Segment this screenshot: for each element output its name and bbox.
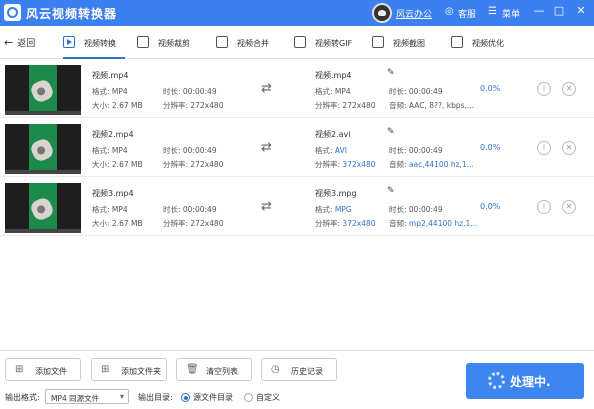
output-duration: 时长: 00:00:49	[389, 205, 443, 214]
maximize-button[interactable]: □	[552, 4, 566, 17]
output-audio: 音频: AAC, 8??, kbps,...	[389, 101, 475, 110]
radio-custom-dir[interactable]	[244, 393, 253, 402]
app-logo-icon	[4, 4, 21, 21]
clear-list-button[interactable]: 🗑 清空列表	[176, 358, 252, 381]
progress-percent: 0.0%	[480, 202, 501, 211]
output-resolution: 分辨率: 372x480	[315, 160, 376, 169]
progress-percent: 0.0%	[480, 84, 501, 93]
source-resolution: 分辨率: 272x480	[163, 160, 224, 169]
source-dir-option[interactable]: 源文件目录	[193, 392, 233, 403]
output-audio: 音频: aac,44100 hz,1...	[389, 160, 474, 169]
edit-pen-icon[interactable]: ✎	[387, 186, 395, 196]
remove-icon[interactable]: ✕	[562, 82, 576, 96]
app-title: 风云视频转换器	[26, 7, 118, 21]
tab-video-optimize[interactable]: 视频优化	[451, 26, 513, 59]
source-duration: 时长: 00:00:49	[163, 205, 217, 214]
history-button[interactable]: ◷ 历史记录	[261, 358, 337, 381]
tab-video-to-gif[interactable]: 视频转GIF	[294, 26, 364, 59]
sliders-icon	[451, 36, 463, 48]
output-format: 格式: AVI	[315, 146, 347, 155]
chevron-down-icon: ▾	[119, 392, 124, 401]
tab-video-convert[interactable]: 视频转换	[63, 26, 125, 59]
file-row: 视频.mp4 格式: MP4 时长: 00:00:49 大小: 2.67 MB …	[0, 62, 594, 118]
source-format: 格式: MP4	[92, 146, 128, 155]
edit-pen-icon[interactable]: ✎	[387, 127, 395, 137]
progress-percent: 0.0%	[480, 143, 501, 152]
source-duration: 时长: 00:00:49	[163, 87, 217, 96]
video-thumbnail	[5, 183, 81, 233]
radio-source-dir[interactable]	[181, 393, 190, 402]
headset-icon[interactable]: ◎	[445, 6, 454, 17]
output-duration: 时长: 00:00:49	[389, 87, 443, 96]
source-size: 大小: 2.67 MB	[92, 160, 143, 169]
menu-link[interactable]: 菜单	[502, 7, 520, 20]
remove-icon[interactable]: ✕	[562, 141, 576, 155]
source-size: 大小: 2.67 MB	[92, 101, 143, 110]
video-thumbnail	[5, 65, 81, 115]
back-button[interactable]: ← 返回	[4, 36, 35, 49]
brand-link[interactable]: 风云办公	[396, 7, 432, 20]
source-resolution: 分辨率: 272x480	[163, 219, 224, 228]
file-row: 视频3.mp4 格式: MP4 时长: 00:00:49 大小: 2.67 MB…	[0, 180, 594, 236]
gif-icon	[294, 36, 306, 48]
clock-icon: ◷	[271, 364, 280, 375]
source-size: 大小: 2.67 MB	[92, 219, 143, 228]
tab-video-crop[interactable]: 视频裁剪	[137, 26, 199, 59]
source-format: 格式: MP4	[92, 205, 128, 214]
menu-icon[interactable]: ☰	[488, 6, 497, 17]
crop-icon	[137, 36, 149, 48]
tab-video-screenshot[interactable]: 视频截图	[372, 26, 434, 59]
play-icon	[63, 36, 75, 48]
process-button[interactable]: 处理中.	[466, 363, 584, 399]
source-resolution: 分辨率: 272x480	[163, 101, 224, 110]
edit-pen-icon[interactable]: ✎	[387, 68, 395, 78]
info-icon[interactable]: i	[537, 200, 551, 214]
convert-arrow-icon: ⇄	[261, 199, 272, 214]
feature-navbar: ← 返回 视频转换 视频裁剪 视频合并 视频转GIF 视频截图 视频优化	[0, 26, 594, 59]
output-dir-label: 输出目录:	[138, 393, 173, 402]
output-resolution: 分辨率: 272x480	[315, 101, 376, 110]
source-duration: 时长: 00:00:49	[163, 146, 217, 155]
output-file-name: 视频3.mpg	[315, 189, 357, 198]
output-audio: 音频: mp2,44100 hz,1...	[389, 219, 478, 228]
info-icon[interactable]: i	[537, 141, 551, 155]
title-bar: 风云视频转换器 风云办公 ◎ 客服 ☰ 菜单 — □ ✕	[0, 0, 594, 26]
output-duration: 时长: 00:00:49	[389, 146, 443, 155]
trash-icon: 🗑	[186, 364, 199, 375]
customer-service-link[interactable]: 客服	[458, 7, 476, 20]
info-icon[interactable]: i	[537, 82, 551, 96]
add-folder-button[interactable]: ⊞ 添加文件夹	[91, 358, 167, 381]
source-file-name: 视频.mp4	[92, 71, 129, 80]
close-window-button[interactable]: ✕	[574, 4, 588, 17]
output-format: 格式: MPG	[315, 205, 352, 214]
source-format: 格式: MP4	[92, 87, 128, 96]
source-file-name: 视频2.mp4	[92, 130, 134, 139]
convert-arrow-icon: ⇄	[261, 81, 272, 96]
output-format-select[interactable]: MP4 同源文件 ▾	[45, 389, 129, 404]
output-format-label: 输出格式:	[5, 393, 40, 402]
screenshot-icon	[372, 36, 384, 48]
convert-arrow-icon: ⇄	[261, 140, 272, 155]
tab-video-merge[interactable]: 视频合并	[216, 26, 278, 59]
output-file-name: 视频2.avi	[315, 130, 351, 139]
output-resolution: 分辨率: 372x480	[315, 219, 376, 228]
arrow-left-icon: ←	[4, 36, 14, 49]
add-folder-icon: ⊞	[101, 364, 110, 375]
video-thumbnail	[5, 124, 81, 174]
source-file-name: 视频3.mp4	[92, 189, 134, 198]
output-file-name: 视频.mp4	[315, 71, 352, 80]
merge-icon	[216, 36, 228, 48]
output-format: 格式: MP4	[315, 87, 351, 96]
remove-icon[interactable]: ✕	[562, 200, 576, 214]
spinner-icon	[488, 372, 505, 389]
file-row: 视频2.mp4 格式: MP4 时长: 00:00:49 大小: 2.67 MB…	[0, 121, 594, 177]
add-file-icon: ⊞	[15, 364, 24, 375]
brand-logo-icon[interactable]	[372, 3, 392, 23]
add-file-button[interactable]: ⊞ 添加文件	[5, 358, 81, 381]
custom-dir-option[interactable]: 自定义	[256, 392, 280, 403]
minimize-button[interactable]: —	[532, 4, 546, 17]
